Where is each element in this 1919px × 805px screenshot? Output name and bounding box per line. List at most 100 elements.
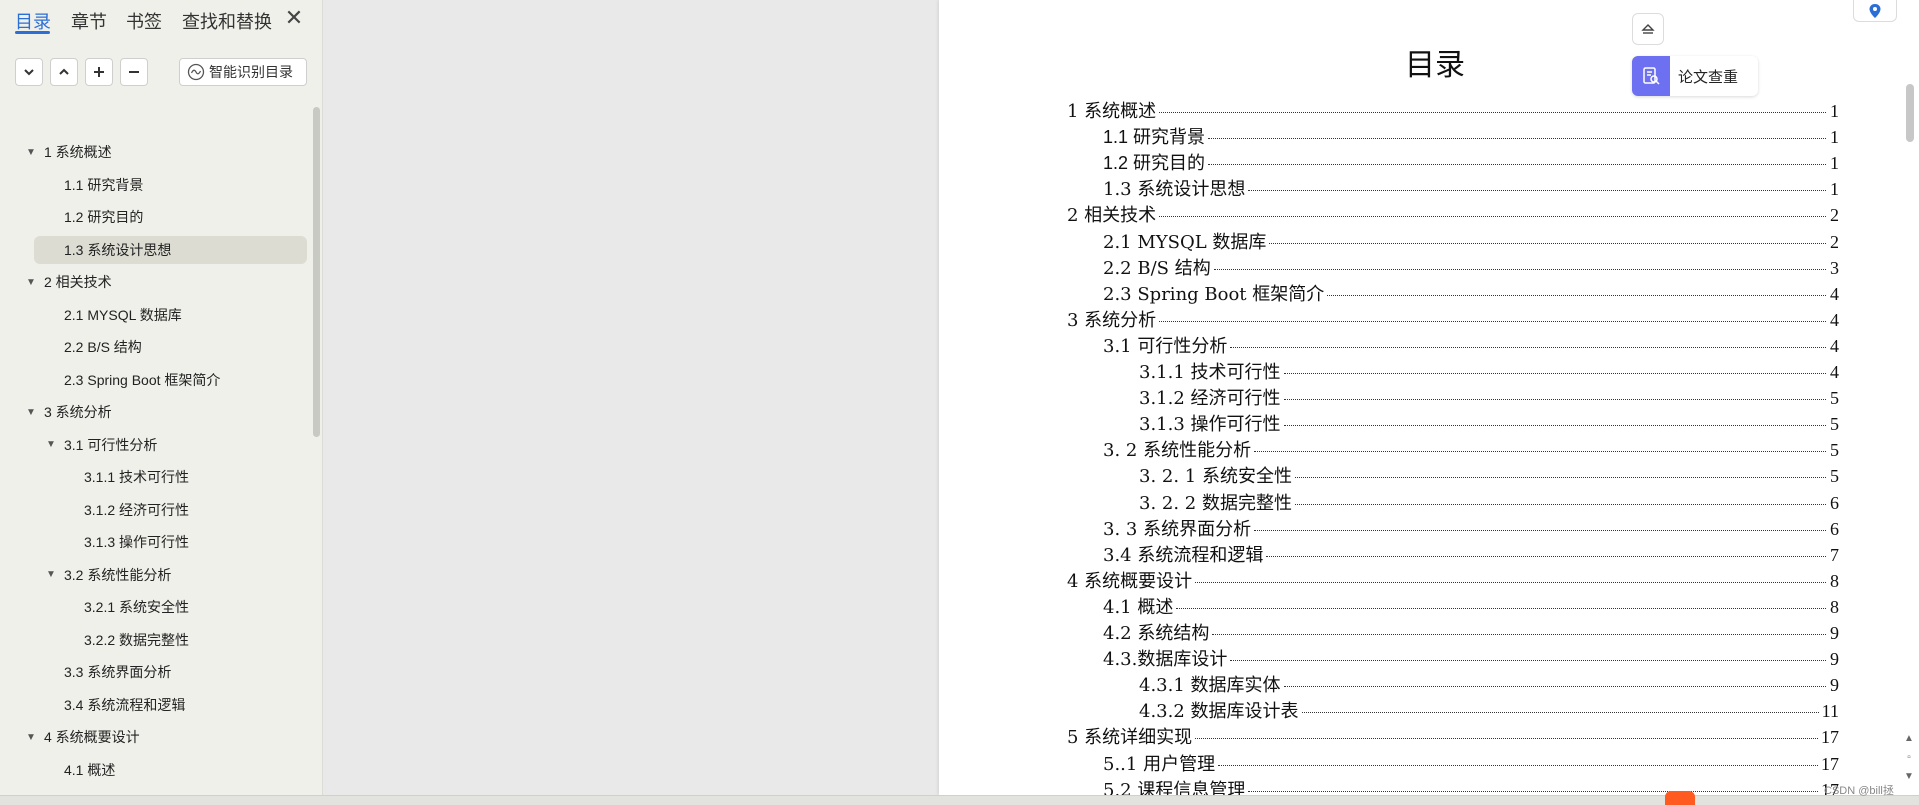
toc-tree-label: 3.4 系统流程和逻辑 bbox=[64, 696, 186, 713]
toc-entry-text: 4.2 系统结构 bbox=[1103, 623, 1210, 644]
toc-entry-text: 1.1 研究背景 bbox=[1103, 127, 1206, 148]
toc-tree-item[interactable]: ▼ 3.1 可行性分析 bbox=[46, 431, 157, 459]
caret-down-icon[interactable]: ▼ bbox=[26, 732, 36, 743]
toc-tree-label: 3.1 可行性分析 bbox=[64, 436, 158, 453]
scroll-up-icon[interactable]: ▲ bbox=[1903, 733, 1915, 745]
toc-tree-item[interactable]: 3.1.3 操作可行性 bbox=[84, 528, 189, 556]
tab-bookmarks[interactable]: 书签 bbox=[126, 8, 162, 34]
toc-tree-label: 3.2.2 数据完整性 bbox=[84, 631, 190, 648]
toc-tree-label: 4.1 概述 bbox=[64, 761, 116, 778]
toc-tree-label: 1 系统概述 bbox=[44, 144, 112, 160]
toc-entry-text: 2 相关技术 bbox=[1067, 205, 1157, 227]
chevron-up-icon bbox=[59, 68, 69, 75]
toc-entry-text: 2.3 Spring Boot 框架简介 bbox=[1103, 283, 1325, 305]
toc-entry-text: 1.3 系统设计思想 bbox=[1103, 179, 1246, 201]
toc-tree-label: 3.1.1 技术可行性 bbox=[84, 469, 190, 485]
paper-check-icon bbox=[1632, 56, 1670, 96]
toc-tree-label: 2.1 MYSQL 数据库 bbox=[64, 306, 182, 323]
toc-tree-item[interactable]: ▼ 4 系统概要设计 bbox=[26, 723, 140, 751]
toc-sidebar: 目录 章节 书签 查找和替换 ✕ 智能识别目录 ▼ 1 系统概述 1.1 研究背景 1… bbox=[0, 0, 323, 795]
collapse-panel-button[interactable] bbox=[1632, 13, 1664, 45]
toc-entry-text: 4.1 概述 bbox=[1103, 596, 1174, 618]
paper-check-button[interactable]: 论文查重 bbox=[1632, 56, 1758, 96]
toc-entry-text: 3. 2 系统性能分析 bbox=[1103, 440, 1252, 462]
toc-tree-item[interactable]: 3.1.2 经济可行性 bbox=[84, 496, 189, 524]
watermark: CSDN @bill拯 bbox=[1824, 785, 1894, 797]
toc-tree-label: 3.3 系统界面分析 bbox=[64, 664, 172, 680]
remove-level-button[interactable] bbox=[120, 58, 148, 86]
toc-tree-label: 1.1 研究背景 bbox=[64, 176, 144, 193]
toc-tree-item[interactable]: 2.2 B/S 结构 bbox=[64, 333, 142, 361]
toc-tree-item[interactable]: ▼ 3.2 系统性能分析 bbox=[46, 561, 171, 589]
ai-recognize-icon bbox=[187, 63, 205, 81]
toc-tree-item[interactable]: 1.3 系统设计思想 bbox=[34, 235, 307, 264]
toc-tree-label: 3.2 系统性能分析 bbox=[64, 566, 172, 583]
location-button[interactable] bbox=[1853, 0, 1897, 22]
toc-entry-text: 1 系统概述 bbox=[1067, 101, 1157, 122]
toc-tree-label: 3.1.3 操作可行性 bbox=[84, 534, 190, 550]
toc-tree-item[interactable]: 4.1 概述 bbox=[64, 756, 115, 784]
toc-tree-item[interactable]: 3.2.1 系统安全性 bbox=[84, 593, 189, 621]
toc-entry-text: 4.3.1 数据库实体 bbox=[1139, 675, 1281, 697]
minus-icon bbox=[129, 71, 139, 73]
toc-entry-text: 3.4 系统流程和逻辑 bbox=[1103, 544, 1264, 566]
toc-tree-label: 3 系统分析 bbox=[44, 404, 112, 420]
document-scrollbar[interactable] bbox=[1906, 84, 1914, 142]
add-level-button[interactable] bbox=[85, 58, 113, 86]
collapse-up-button[interactable] bbox=[50, 58, 78, 86]
page-icon[interactable]: ▫ bbox=[1903, 752, 1915, 764]
toc-tree-item[interactable]: 1.1 研究背景 bbox=[64, 171, 143, 199]
expand-down-button[interactable] bbox=[15, 58, 43, 86]
paper-check-label: 论文查重 bbox=[1678, 68, 1739, 86]
tab-find-replace[interactable]: 查找和替换 bbox=[182, 8, 272, 34]
toc-tree-item[interactable]: ▼ 1 系统概述 bbox=[26, 138, 112, 166]
toc-tree-label: 3.1.2 经济可行性 bbox=[84, 501, 190, 518]
toc-tree-label: 2.2 B/S 结构 bbox=[64, 339, 142, 355]
toc-entry-text: 3.1.2 经济可行性 bbox=[1139, 388, 1281, 410]
toc-entry-text: 3. 2. 2 数据完整性 bbox=[1139, 492, 1292, 514]
toc-entry-text: 3 系统分析 bbox=[1067, 309, 1157, 331]
wps-logo-icon bbox=[1665, 791, 1695, 805]
toc-entry-text: 2.2 B/S 结构 bbox=[1103, 257, 1211, 279]
toc-entry-text: 4 系统概要设计 bbox=[1067, 570, 1193, 592]
caret-down-icon[interactable]: ▼ bbox=[26, 147, 36, 158]
collapse-panel-icon bbox=[1641, 24, 1655, 34]
toc-tree-item[interactable]: ▼ 3 系统分析 bbox=[26, 398, 112, 426]
toc-tree-item[interactable]: 2.1 MYSQL 数据库 bbox=[64, 301, 182, 329]
close-icon[interactable]: ✕ bbox=[284, 6, 304, 30]
sidebar-tabbar: 目录 章节 书签 查找和替换 ✕ bbox=[0, 0, 323, 40]
toc-tree-label: 2.3 Spring Boot 框架简介 bbox=[64, 371, 221, 388]
toc-entry-text: 4.3.2 数据库设计表 bbox=[1139, 701, 1299, 723]
toc-tree-item[interactable]: 3.4 系统流程和逻辑 bbox=[64, 691, 185, 719]
toc-tree-item[interactable]: 3.1.1 技术可行性 bbox=[84, 463, 189, 491]
toc-tree-label: 2 相关技术 bbox=[44, 274, 112, 290]
right-panel: 论文查重 ▲ ▫ ▼ bbox=[1608, 0, 1919, 795]
smart-recognize-toc-button[interactable]: 智能识别目录 bbox=[179, 58, 307, 86]
toc-tree-item[interactable]: 3.2.2 数据完整性 bbox=[84, 626, 189, 654]
toc-entry-text: 3.1.1 技术可行性 bbox=[1139, 362, 1281, 383]
toc-entry-text: 3.1.3 操作可行性 bbox=[1139, 414, 1281, 436]
toc-entry-text: 4.3.数据库设计 bbox=[1103, 649, 1228, 671]
caret-down-icon[interactable]: ▼ bbox=[26, 277, 36, 288]
caret-down-icon[interactable]: ▼ bbox=[46, 569, 56, 580]
toc-tree-item[interactable]: 3.3 系统界面分析 bbox=[64, 658, 171, 686]
tab-chapters[interactable]: 章节 bbox=[71, 8, 107, 34]
sidebar-scrollbar[interactable] bbox=[313, 107, 320, 437]
toc-tree-item[interactable]: 1.2 研究目的 bbox=[64, 203, 143, 231]
scroll-down-icon[interactable]: ▼ bbox=[1903, 771, 1915, 783]
location-pin-icon bbox=[1869, 3, 1881, 18]
smart-button-label: 智能识别目录 bbox=[209, 64, 293, 80]
status-bar bbox=[0, 795, 1919, 805]
toc-entry-text: 3. 3 系统界面分析 bbox=[1103, 518, 1252, 540]
toc-tree-item[interactable]: 2.3 Spring Boot 框架简介 bbox=[64, 366, 220, 394]
caret-down-icon[interactable]: ▼ bbox=[26, 407, 36, 418]
plus-icon bbox=[94, 67, 104, 77]
toc-entry-text: 3. 2. 1 系统安全性 bbox=[1139, 466, 1292, 488]
caret-down-icon[interactable]: ▼ bbox=[46, 439, 56, 450]
toc-entry-text: 3.1 可行性分析 bbox=[1103, 335, 1228, 357]
toc-entry-text: 5 系统详细实现 bbox=[1067, 727, 1193, 749]
toc-tree-item[interactable]: ▼ 2 相关技术 bbox=[26, 268, 112, 296]
toc-entry-text: 5..1 用户管理 bbox=[1103, 753, 1216, 775]
active-tab-underline bbox=[15, 31, 50, 34]
toc-tree-label: 3.2.1 系统安全性 bbox=[84, 599, 190, 615]
